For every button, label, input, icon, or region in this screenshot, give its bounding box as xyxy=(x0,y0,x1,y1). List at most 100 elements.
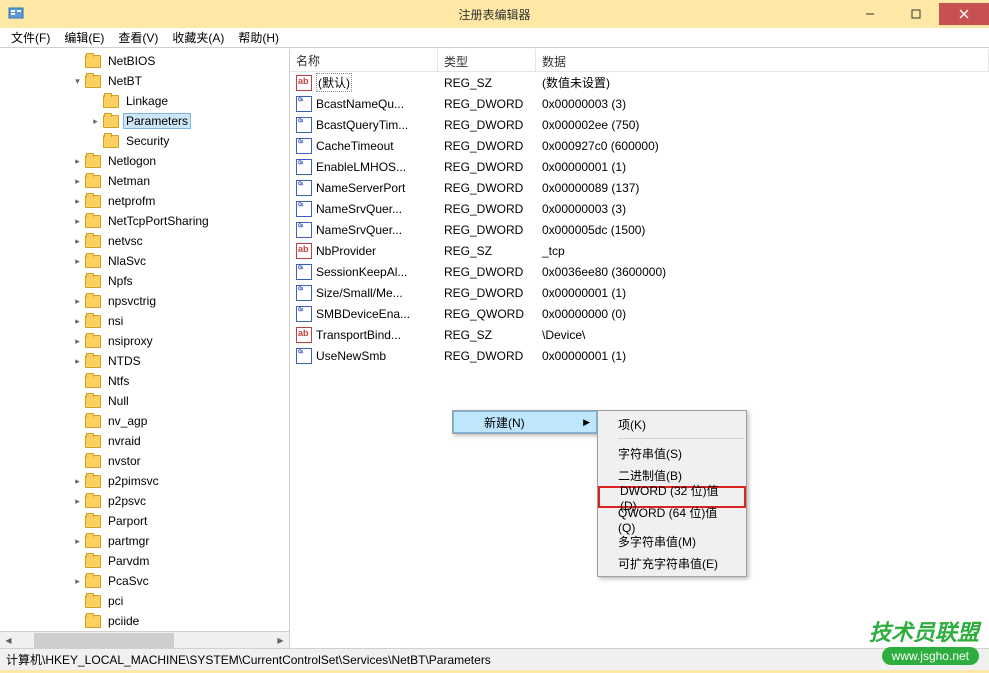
tree-item[interactable]: Security xyxy=(0,131,289,151)
expander-icon xyxy=(72,396,83,407)
value-row[interactable]: SMBDeviceEna...REG_QWORD0x00000000 (0) xyxy=(290,303,989,324)
tree-item[interactable]: ▸netprofm xyxy=(0,191,289,211)
tree-item[interactable]: nvraid xyxy=(0,431,289,451)
expander-icon[interactable]: ▸ xyxy=(72,476,83,487)
app-icon xyxy=(8,6,24,22)
value-row[interactable]: BcastQueryTim...REG_DWORD0x000002ee (750… xyxy=(290,114,989,135)
expander-icon[interactable]: ▸ xyxy=(72,156,83,167)
col-name[interactable]: 名称 xyxy=(290,49,438,71)
menu-new-key[interactable]: 项(K) xyxy=(598,413,746,435)
tree-item[interactable]: ▸NlaSvc xyxy=(0,251,289,271)
tree-item[interactable]: Ntfs xyxy=(0,371,289,391)
tree-item-label: Netlogon xyxy=(105,153,159,169)
tree-item-label: Npfs xyxy=(105,273,136,289)
tree-item[interactable]: ▸nsi xyxy=(0,311,289,331)
expander-icon[interactable]: ▸ xyxy=(72,236,83,247)
minimize-button[interactable] xyxy=(847,3,893,25)
tree-item-label: p2psvc xyxy=(105,493,149,509)
menu-new-qword[interactable]: QWORD (64 位)值(Q) xyxy=(598,508,746,530)
status-path: 计算机\HKEY_LOCAL_MACHINE\SYSTEM\CurrentCon… xyxy=(6,651,491,668)
tree-item[interactable]: NetBIOS xyxy=(0,51,289,71)
value-data: 0x00000089 (137) xyxy=(536,179,989,197)
menu-favorites[interactable]: 收藏夹(A) xyxy=(165,27,231,48)
menu-new[interactable]: 新建(N) ▶ xyxy=(453,411,597,433)
tree-item[interactable]: pciide xyxy=(0,611,289,631)
tree-item[interactable]: nvstor xyxy=(0,451,289,471)
expander-icon[interactable]: ▸ xyxy=(72,536,83,547)
tree-item[interactable]: Parvdm xyxy=(0,551,289,571)
expander-icon[interactable]: ▸ xyxy=(72,316,83,327)
value-data: 0x000927c0 (600000) xyxy=(536,137,989,155)
value-row[interactable]: TransportBind...REG_SZ\Device\ xyxy=(290,324,989,345)
tree-item[interactable]: ▸p2pimsvc xyxy=(0,471,289,491)
menu-view[interactable]: 查看(V) xyxy=(111,27,165,48)
value-name: NameServerPort xyxy=(316,181,405,195)
tree-item[interactable]: ▸ Netlogon xyxy=(0,151,289,171)
col-data[interactable]: 数据 xyxy=(536,49,989,71)
menu-new-multistring[interactable]: 多字符串值(M) xyxy=(598,530,746,552)
tree-item[interactable]: ▸ p2psvc xyxy=(0,491,289,511)
horizontal-scrollbar[interactable]: ◀ ▶ xyxy=(0,631,289,648)
tree-item[interactable]: pci xyxy=(0,591,289,611)
expander-icon[interactable]: ▸ xyxy=(72,336,83,347)
menu-new-label: 新建(N) xyxy=(484,414,525,431)
scroll-right-icon[interactable]: ▶ xyxy=(272,632,289,649)
titlebar[interactable]: 注册表编辑器 xyxy=(0,0,989,28)
expander-icon[interactable]: ▸ xyxy=(90,116,101,127)
tree-item[interactable]: ▸netvsc xyxy=(0,231,289,251)
maximize-button[interactable] xyxy=(893,3,939,25)
expander-icon[interactable]: ▸ xyxy=(72,356,83,367)
col-type[interactable]: 类型 xyxy=(438,49,536,71)
list-header[interactable]: 名称 类型 数据 xyxy=(290,49,989,72)
expander-icon[interactable]: ▸ xyxy=(72,576,83,587)
tree-item[interactable]: Parport xyxy=(0,511,289,531)
expander-icon[interactable]: ▸ xyxy=(72,216,83,227)
menu-new-string[interactable]: 字符串值(S) xyxy=(598,442,746,464)
registry-tree[interactable]: NetBIOS▾NetBTLinkage▸ParametersSecurity▸… xyxy=(0,49,289,631)
value-row[interactable]: NameSrvQuer...REG_DWORD0x000005dc (1500) xyxy=(290,219,989,240)
tree-item[interactable]: ▸NetTcpPortSharing xyxy=(0,211,289,231)
value-row[interactable]: UseNewSmbREG_DWORD0x00000001 (1) xyxy=(290,345,989,366)
value-row[interactable]: Size/Small/Me...REG_DWORD0x00000001 (1) xyxy=(290,282,989,303)
scroll-left-icon[interactable]: ◀ xyxy=(0,632,17,649)
context-menu[interactable]: 新建(N) ▶ xyxy=(452,410,598,434)
tree-item[interactable]: ▸PcaSvc xyxy=(0,571,289,591)
expander-icon[interactable]: ▸ xyxy=(72,256,83,267)
tree-item[interactable]: ▸npsvctrig xyxy=(0,291,289,311)
value-row[interactable]: EnableLMHOS...REG_DWORD0x00000001 (1) xyxy=(290,156,989,177)
expander-icon[interactable]: ▸ xyxy=(72,496,83,507)
close-button[interactable] xyxy=(939,3,989,25)
tree-item[interactable]: ▾NetBT xyxy=(0,71,289,91)
tree-item[interactable]: ▸nsiproxy xyxy=(0,331,289,351)
menu-file[interactable]: 文件(F) xyxy=(4,27,57,48)
tree-item[interactable]: Linkage xyxy=(0,91,289,111)
tree-item[interactable]: nv_agp xyxy=(0,411,289,431)
value-row[interactable]: CacheTimeoutREG_DWORD0x000927c0 (600000) xyxy=(290,135,989,156)
expander-icon xyxy=(72,556,83,567)
tree-item[interactable]: ▸NTDS xyxy=(0,351,289,371)
expander-icon[interactable]: ▸ xyxy=(72,196,83,207)
value-row[interactable]: NameSrvQuer...REG_DWORD0x00000003 (3) xyxy=(290,198,989,219)
expander-icon[interactable]: ▸ xyxy=(72,296,83,307)
expander-icon[interactable]: ▸ xyxy=(72,176,83,187)
scroll-thumb[interactable] xyxy=(34,633,174,648)
value-row[interactable]: BcastNameQu...REG_DWORD0x00000003 (3) xyxy=(290,93,989,114)
value-type: REG_DWORD xyxy=(438,221,536,239)
expander-icon[interactable]: ▾ xyxy=(72,76,83,87)
folder-icon xyxy=(85,515,101,528)
menu-edit[interactable]: 编辑(E) xyxy=(57,27,111,48)
tree-item[interactable]: Null xyxy=(0,391,289,411)
context-submenu-new[interactable]: 项(K) 字符串值(S) 二进制值(B) DWORD (32 位)值(D) QW… xyxy=(597,410,747,577)
tree-item[interactable]: ▸partmgr xyxy=(0,531,289,551)
expander-icon xyxy=(72,456,83,467)
value-data: 0x00000001 (1) xyxy=(536,158,989,176)
value-row[interactable]: (默认)REG_SZ(数值未设置) xyxy=(290,72,989,93)
tree-item[interactable]: ▸Netman xyxy=(0,171,289,191)
value-row[interactable]: NameServerPortREG_DWORD0x00000089 (137) xyxy=(290,177,989,198)
tree-item[interactable]: ▸Parameters xyxy=(0,111,289,131)
menu-new-expandstring[interactable]: 可扩充字符串值(E) xyxy=(598,552,746,574)
tree-item[interactable]: Npfs xyxy=(0,271,289,291)
menu-help[interactable]: 帮助(H) xyxy=(231,27,286,48)
value-row[interactable]: SessionKeepAl...REG_DWORD0x0036ee80 (360… xyxy=(290,261,989,282)
value-row[interactable]: NbProviderREG_SZ_tcp xyxy=(290,240,989,261)
